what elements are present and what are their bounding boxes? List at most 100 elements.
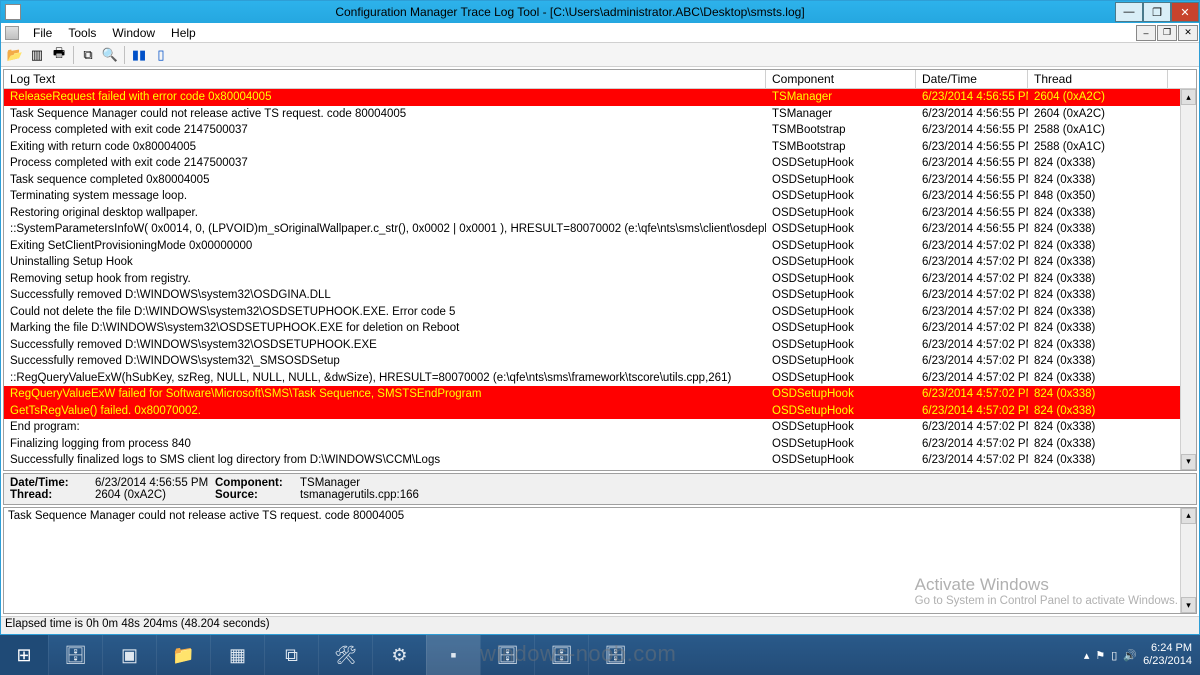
copy-icon[interactable]: ⧉ — [78, 45, 98, 65]
vertical-scrollbar[interactable]: ▴ ▾ — [1180, 89, 1196, 470]
log-row[interactable]: Removing setup hook from registry.OSDSet… — [4, 271, 1196, 288]
scroll-up-icon[interactable]: ▴ — [1181, 508, 1196, 524]
col-component[interactable]: Component — [766, 70, 916, 88]
pause-icon[interactable]: ▮▮ — [129, 45, 149, 65]
log-row[interactable]: GetTsRegValue() failed. 0x80070002.OSDSe… — [4, 403, 1196, 420]
log-row[interactable]: ::SystemParametersInfoW( 0x0014, 0, (LPV… — [4, 221, 1196, 238]
tray-date: 6/23/2014 — [1143, 655, 1192, 668]
print-icon[interactable]: 🖶 — [49, 45, 69, 65]
cell-component: TSManager — [766, 106, 916, 123]
log-row[interactable]: Marking the file D:\WINDOWS\system32\OSD… — [4, 320, 1196, 337]
cell-thread: 824 (0x338) — [1028, 287, 1168, 304]
log-row[interactable]: Task Sequence Manager could not release … — [4, 106, 1196, 123]
log-row[interactable]: Uninstalling Setup HookOSDSetupHook6/23/… — [4, 254, 1196, 271]
taskbar-cmtrace-icon[interactable]: ▪ — [426, 635, 480, 675]
log-row[interactable]: Task sequence completed 0x80004005OSDSet… — [4, 172, 1196, 189]
app-icon — [5, 4, 21, 20]
find-icon[interactable]: 🔍 — [100, 45, 120, 65]
taskbar-item-icon[interactable]: ▦ — [210, 635, 264, 675]
log-row[interactable]: RegQueryValueExW failed for Software\Mic… — [4, 386, 1196, 403]
log-row[interactable]: ::RegQueryValueExW(hSubKey, szReg, NULL,… — [4, 370, 1196, 387]
tray-flag-icon[interactable]: ⚑ — [1095, 649, 1105, 662]
open-icon[interactable]: 📂 — [5, 45, 25, 65]
cell-datetime: 6/23/2014 4:56:55 PM — [916, 205, 1028, 222]
col-thread[interactable]: Thread — [1028, 70, 1168, 88]
taskbar-powershell-icon[interactable]: ▣ — [102, 635, 156, 675]
sheet-icon[interactable]: ▥ — [27, 45, 47, 65]
cell-log: Could not delete the file D:\WINDOWS\sys… — [4, 304, 766, 321]
cell-thread: 2604 (0xA2C) — [1028, 106, 1168, 123]
cell-log: Uninstalling Setup Hook — [4, 254, 766, 271]
tray-clock[interactable]: 6:24 PM 6/23/2014 — [1143, 642, 1192, 668]
log-row[interactable]: End program: OSDSetupHook6/23/2014 4:57:… — [4, 419, 1196, 436]
log-row[interactable]: Restoring original desktop wallpaper.OSD… — [4, 205, 1196, 222]
toolbar: 📂 ▥ 🖶 ⧉ 🔍 ▮▮ ▯ — [1, 43, 1199, 67]
scroll-up-icon[interactable]: ▴ — [1181, 89, 1196, 105]
cell-thread: 824 (0x338) — [1028, 452, 1168, 469]
minimize-button[interactable]: — — [1115, 2, 1143, 22]
vertical-scrollbar[interactable]: ▴ ▾ — [1180, 508, 1196, 614]
start-button[interactable]: ⊞ — [0, 635, 48, 675]
menu-window[interactable]: Window — [104, 24, 163, 42]
col-datetime[interactable]: Date/Time — [916, 70, 1028, 88]
taskbar-explorer-icon[interactable]: 📁 — [156, 635, 210, 675]
taskbar-item-icon[interactable]: ⧉ — [264, 635, 318, 675]
cell-component: OSDSetupHook — [766, 205, 916, 222]
cell-component: OSDSetupHook — [766, 320, 916, 337]
log-row[interactable]: Exiting with return code 0x80004005TSMBo… — [4, 139, 1196, 156]
log-row[interactable]: Successfully finalized logs to SMS clien… — [4, 452, 1196, 469]
tray-sound-icon[interactable]: 🔊 — [1123, 649, 1137, 662]
message-pane[interactable]: Task Sequence Manager could not release … — [3, 507, 1197, 615]
clear-icon[interactable]: ▯ — [151, 45, 171, 65]
col-log-text[interactable]: Log Text — [4, 70, 766, 88]
toolbar-separator — [124, 46, 125, 64]
cell-datetime: 6/23/2014 4:57:02 PM — [916, 370, 1028, 387]
log-row[interactable]: Finalizing logging from process 840OSDSe… — [4, 436, 1196, 453]
cell-component: OSDSetupHook — [766, 452, 916, 469]
cell-component: OSDSetupHook — [766, 386, 916, 403]
menu-tools[interactable]: Tools — [60, 24, 104, 42]
cell-datetime: 6/23/2014 4:57:02 PM — [916, 238, 1028, 255]
cell-component: OSDSetupHook — [766, 254, 916, 271]
title-bar[interactable]: Configuration Manager Trace Log Tool - [… — [1, 1, 1199, 23]
mdi-minimize-button[interactable]: – — [1136, 25, 1156, 41]
log-row[interactable]: Exiting SetClientProvisioningMode 0x0000… — [4, 238, 1196, 255]
cell-thread: 2604 (0xA2C) — [1028, 89, 1168, 106]
system-tray[interactable]: ▴ ⚑ ▯ 🔊 6:24 PM 6/23/2014 — [1084, 642, 1200, 668]
menu-file[interactable]: File — [25, 24, 60, 42]
log-row[interactable]: Successfully removed D:\WINDOWS\system32… — [4, 337, 1196, 354]
cell-log: Task Sequence Manager could not release … — [4, 106, 766, 123]
log-row[interactable]: Terminating system message loop.OSDSetup… — [4, 188, 1196, 205]
grid-body[interactable]: ReleaseRequest failed with error code 0x… — [4, 89, 1196, 470]
detail-component: TSManager — [300, 477, 360, 489]
cell-component: OSDSetupHook — [766, 403, 916, 420]
cell-datetime: 6/23/2014 4:56:55 PM — [916, 172, 1028, 189]
cell-datetime: 6/23/2014 4:57:02 PM — [916, 287, 1028, 304]
tray-chevron-icon[interactable]: ▴ — [1084, 649, 1090, 662]
cell-log: Successfully removed D:\WINDOWS\system32… — [4, 287, 766, 304]
taskbar-item-icon[interactable]: ⚙ — [372, 635, 426, 675]
scroll-down-icon[interactable]: ▾ — [1181, 597, 1196, 613]
log-row[interactable]: ReleaseRequest failed with error code 0x… — [4, 89, 1196, 106]
cell-datetime: 6/23/2014 4:56:55 PM — [916, 122, 1028, 139]
cell-thread: 824 (0x338) — [1028, 353, 1168, 370]
cell-log: Successfully finalized logs to SMS clien… — [4, 452, 766, 469]
mdi-close-button[interactable]: ✕ — [1178, 25, 1198, 41]
scroll-down-icon[interactable]: ▾ — [1181, 454, 1196, 470]
log-row[interactable]: Successfully removed D:\WINDOWS\system32… — [4, 353, 1196, 370]
taskbar-server-manager-icon[interactable]: 🗄 — [48, 635, 102, 675]
detail-datetime: 6/23/2014 4:56:55 PM — [95, 477, 215, 489]
app-window: Configuration Manager Trace Log Tool - [… — [0, 0, 1200, 635]
cell-component: OSDSetupHook — [766, 287, 916, 304]
log-row[interactable]: Process completed with exit code 2147500… — [4, 155, 1196, 172]
cell-thread: 824 (0x338) — [1028, 403, 1168, 420]
menu-help[interactable]: Help — [163, 24, 204, 42]
log-row[interactable]: Successfully removed D:\WINDOWS\system32… — [4, 287, 1196, 304]
log-row[interactable]: Process completed with exit code 2147500… — [4, 122, 1196, 139]
maximize-button[interactable]: ❐ — [1143, 2, 1171, 22]
log-row[interactable]: Could not delete the file D:\WINDOWS\sys… — [4, 304, 1196, 321]
tray-network-icon[interactable]: ▯ — [1111, 649, 1117, 662]
taskbar-item-icon[interactable]: 🛠 — [318, 635, 372, 675]
mdi-restore-button[interactable]: ❐ — [1157, 25, 1177, 41]
close-button[interactable]: ✕ — [1171, 2, 1199, 22]
